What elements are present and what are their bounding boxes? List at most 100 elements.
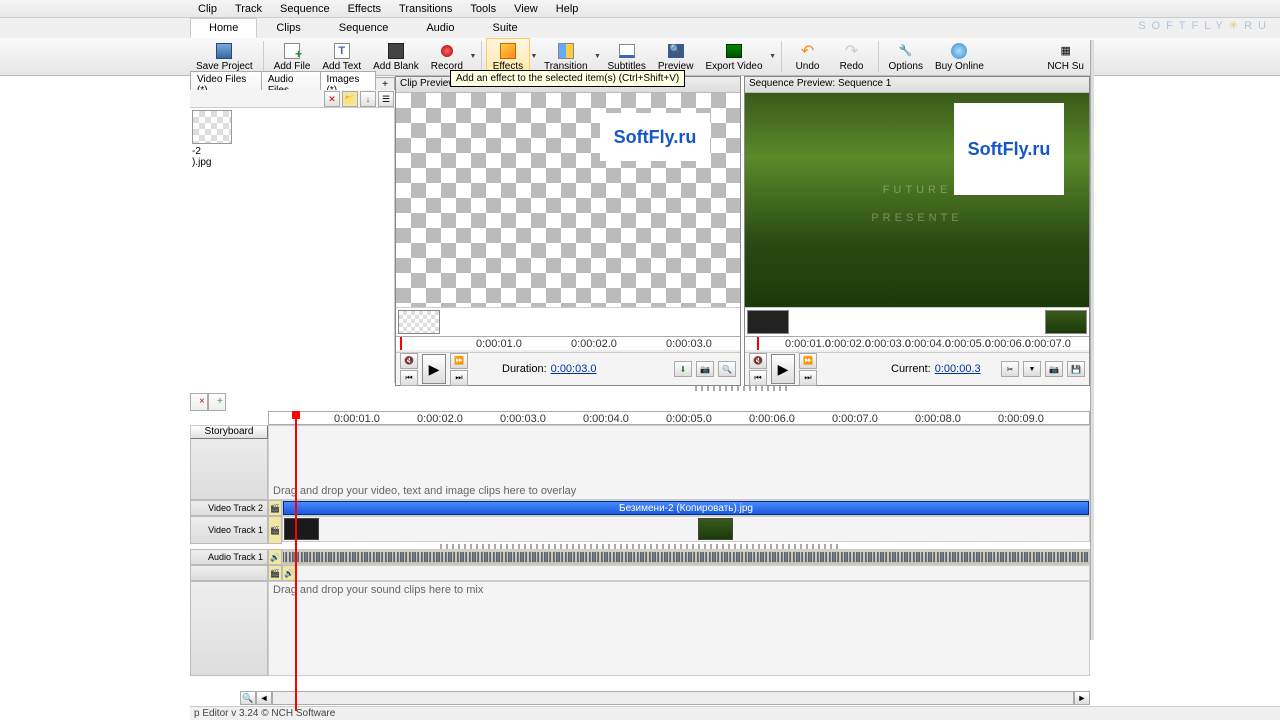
overlay-hint: Drag and drop your video, text and image… — [273, 485, 576, 497]
sequence-preview-title: Sequence Preview: Sequence 1 — [745, 77, 1089, 93]
timeline-ruler[interactable]: 0:00:01.0 0:00:02.0 0:00:03.0 0:00:04.0 … — [268, 411, 1090, 425]
clip-image[interactable]: Безимени-2 (Копировать).jpg — [283, 501, 1089, 515]
waveform — [283, 552, 1089, 562]
clip-duration-value[interactable]: 0:00:03.0 — [551, 363, 597, 375]
splitter-handle[interactable] — [695, 386, 790, 391]
audio-track-1[interactable] — [282, 549, 1090, 565]
video-track-2[interactable]: Безимени-2 (Копировать).jpg — [282, 500, 1090, 516]
effects-icon — [500, 43, 516, 59]
tab-clips[interactable]: Clips — [257, 18, 319, 38]
tab-sequence[interactable]: Sequence — [320, 18, 408, 38]
subtitles-icon — [619, 44, 635, 58]
clip-preview-canvas[interactable]: SoftFly.ru — [396, 93, 740, 307]
seq-start-button[interactable]: ⏮ — [749, 370, 767, 386]
tab-home[interactable]: Home — [190, 18, 257, 38]
clip-prev-button[interactable]: 🔇 — [400, 353, 418, 369]
seq-mute-button[interactable]: 🔇 — [749, 353, 767, 369]
timeline: 0:00:01.0 0:00:02.0 0:00:03.0 0:00:04.0 … — [190, 411, 1090, 711]
redo-button[interactable]: ↷Redo — [830, 38, 874, 75]
menu-track[interactable]: Track — [227, 2, 270, 16]
seq-end-button[interactable]: ⏭ — [799, 370, 817, 386]
mix-hint: Drag and drop your sound clips here to m… — [273, 584, 483, 596]
export-dropdown[interactable]: ▼ — [769, 38, 777, 75]
clip-down-button[interactable]: ⬇ — [674, 361, 692, 377]
overlay-track[interactable]: Drag and drop your video, text and image… — [268, 425, 1090, 500]
menu-tools[interactable]: Tools — [462, 2, 504, 16]
audio-link-icon-2[interactable]: 🔊 — [282, 565, 296, 581]
clip-end-button[interactable]: ⏭ — [450, 370, 468, 386]
playhead[interactable] — [295, 411, 297, 711]
clip-grass[interactable] — [698, 518, 733, 540]
seq-current-value[interactable]: 0:00:00.3 — [935, 363, 981, 375]
clip-snapshot-button[interactable]: 📷 — [696, 361, 714, 377]
options-button[interactable]: 🔧Options — [883, 38, 929, 75]
tab-suite[interactable]: Suite — [473, 18, 536, 38]
media-filename: -2 — [192, 146, 392, 157]
media-refresh-button[interactable]: ↓ — [360, 91, 376, 107]
menu-transitions[interactable]: Transitions — [391, 2, 460, 16]
seq-overlay-text1: FUTURE — [883, 184, 952, 196]
audio-track-1-label: Audio Track 1 — [190, 549, 268, 565]
seq-save-button[interactable]: 💾 — [1067, 361, 1085, 377]
clip-zoom-button[interactable]: 🔍 — [718, 361, 736, 377]
audio-link-track[interactable] — [296, 565, 1090, 581]
seq-thumbnails — [745, 308, 1089, 336]
sequence-preview-canvas[interactable]: FUTUREPRESENTE SoftFly.ru — [745, 93, 1089, 307]
timeline-add-tab[interactable]: + — [208, 393, 226, 411]
media-remove-button[interactable]: ✕ — [324, 91, 340, 107]
clip-ruler[interactable]: 0:00:01.0 0:00:02.0 0:00:03.0 — [396, 336, 740, 350]
add-file-button[interactable]: Add File — [268, 38, 317, 75]
clip-play-button[interactable]: ▶ — [422, 354, 446, 384]
export-button[interactable]: Export Video — [699, 38, 768, 75]
audio-track-1-icon[interactable]: 🔊 — [268, 549, 282, 565]
seq-play-button[interactable]: ▶ — [771, 354, 795, 384]
seq-thumb-2[interactable] — [1045, 310, 1087, 334]
zoom-bar: 🔍 ◄ ► — [240, 691, 1090, 705]
timeline-close-tab[interactable]: × — [190, 393, 208, 411]
media-list-button[interactable]: ☰ — [378, 91, 394, 107]
menu-view[interactable]: View — [506, 2, 546, 16]
tab-audio[interactable]: Audio — [407, 18, 473, 38]
add-file-icon — [284, 43, 300, 59]
zoom-icon[interactable]: 🔍 — [240, 691, 256, 705]
scroll-right[interactable]: ► — [1074, 691, 1090, 705]
clip-playback-controls: 🔇 ⏮ ▶ ⏩ ⏭ Duration:0:00:03.0 ⬇ 📷 🔍 — [396, 352, 740, 385]
scroll-left[interactable]: ◄ — [256, 691, 272, 705]
ribbon-tabs: Home Clips Sequence Audio Suite — [0, 18, 1280, 38]
video-track-1[interactable] — [282, 516, 1090, 542]
add-blank-button[interactable]: Add Blank — [367, 38, 425, 75]
nch-suite-button[interactable]: ▦NCH Su — [1041, 38, 1090, 75]
audio-link-icon-1[interactable]: 🎬 — [268, 565, 282, 581]
seq-next-button[interactable]: ⏩ — [799, 353, 817, 369]
media-folder-button[interactable]: 📁 — [342, 91, 358, 107]
undo-icon: ↶ — [798, 42, 818, 60]
seq-ruler[interactable]: 0:00:01.0 0:00:02.0 0:00:03.0 0:00:04.0 … — [745, 336, 1089, 350]
media-thumbnail[interactable] — [192, 110, 232, 144]
timeline-tabs: × + — [190, 393, 226, 411]
video-track-1-icon[interactable]: 🎬 — [268, 516, 282, 544]
seq-logo: SoftFly.ru — [954, 103, 1064, 195]
menu-effects[interactable]: Effects — [340, 2, 389, 16]
video-track-2-icon[interactable]: 🎬 — [268, 500, 282, 516]
seq-thumb-1[interactable] — [747, 310, 789, 334]
h-scrollbar[interactable] — [272, 691, 1074, 705]
clip-dark[interactable] — [284, 518, 319, 540]
clip-next-button[interactable]: ⏩ — [450, 353, 468, 369]
menu-sequence[interactable]: Sequence — [272, 2, 338, 16]
seq-snapshot-button[interactable]: 📷 — [1045, 361, 1063, 377]
seq-current-label: Current: — [891, 363, 931, 375]
clip-thumb[interactable] — [398, 310, 440, 334]
storyboard-button[interactable]: Storyboard — [190, 425, 268, 439]
clip-start-button[interactable]: ⏮ — [400, 370, 418, 386]
menu-clip[interactable]: Clip — [190, 2, 225, 16]
buy-online-button[interactable]: Buy Online — [929, 38, 990, 75]
add-text-button[interactable]: TAdd Text — [316, 38, 367, 75]
save-project-button[interactable]: Save Project — [190, 38, 259, 75]
menu-help[interactable]: Help — [548, 2, 587, 16]
media-filename-ext: ).jpg — [192, 157, 392, 168]
seq-split-button[interactable]: ✂ — [1001, 361, 1019, 377]
undo-button[interactable]: ↶Undo — [786, 38, 830, 75]
right-panel-edge[interactable] — [1090, 40, 1094, 640]
mix-track[interactable]: Drag and drop your sound clips here to m… — [268, 581, 1090, 676]
seq-split-drop[interactable]: ▼ — [1023, 361, 1041, 377]
